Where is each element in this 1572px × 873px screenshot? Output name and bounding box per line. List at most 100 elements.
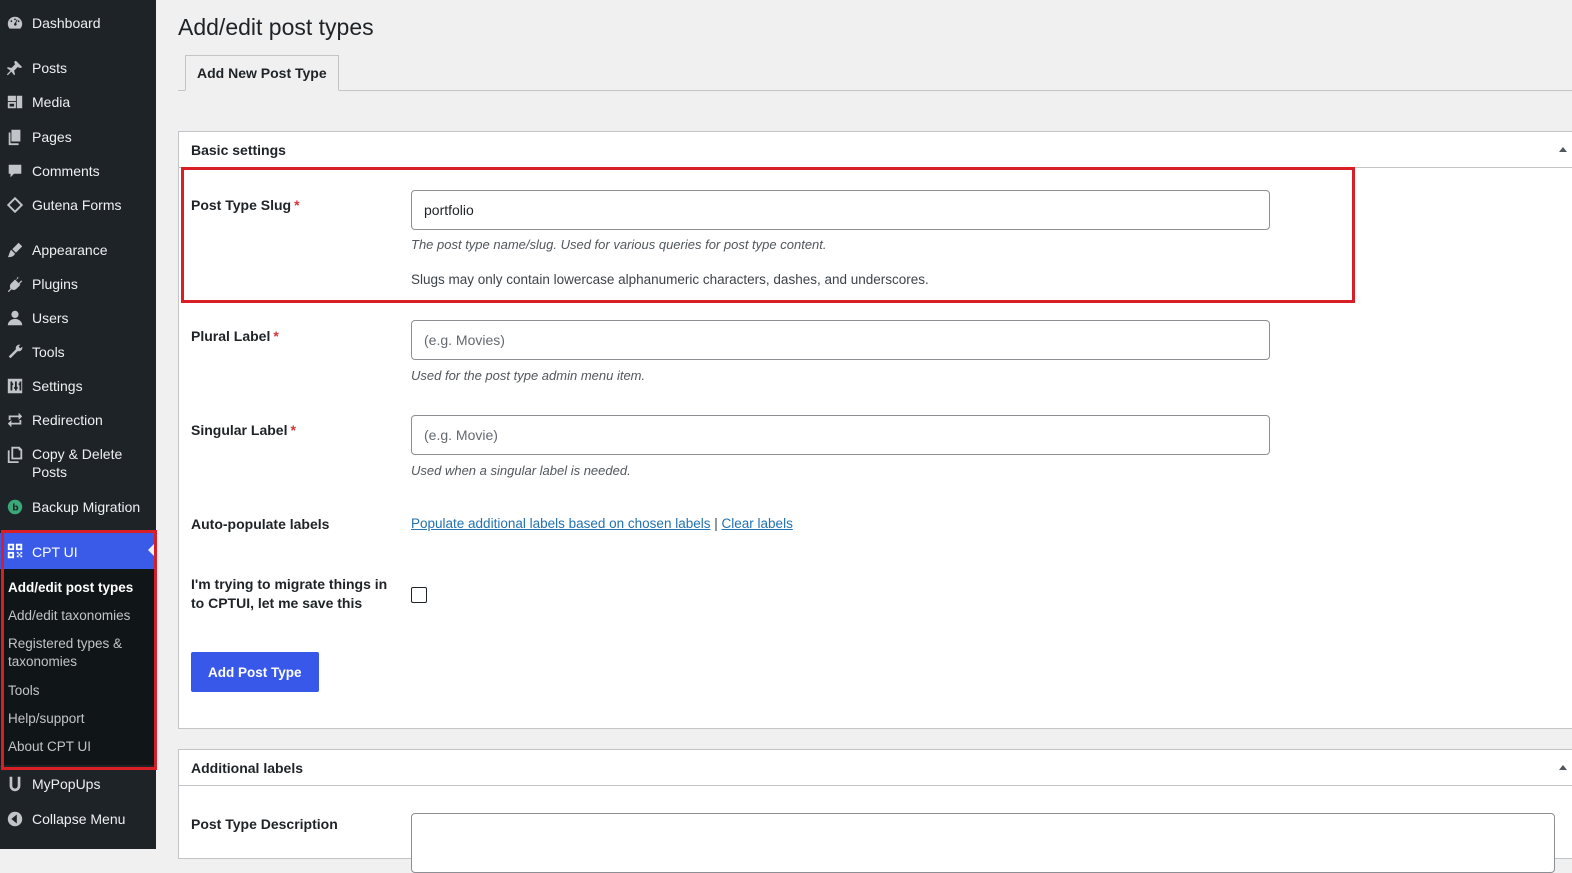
post-type-slug-label-text: Post Type Slug	[191, 197, 292, 213]
migrate-checkbox[interactable]	[411, 587, 427, 603]
menu-label: Users	[32, 310, 69, 326]
menu-label: Dashboard	[32, 15, 101, 31]
menu-label: Pages	[32, 129, 72, 145]
menu-mypopups[interactable]: MyPopUps	[0, 774, 156, 794]
link-separator: |	[714, 516, 718, 531]
comment-icon	[4, 161, 26, 181]
tab-add-new-post-type[interactable]: Add New Post Type	[185, 55, 339, 91]
basic-settings-panel: Basic settings Post Type Slug* The post …	[178, 131, 1572, 729]
menu-gutena-forms[interactable]: Gutena Forms	[0, 195, 156, 215]
backup-icon: b	[4, 497, 26, 517]
basic-settings-title: Basic settings	[191, 141, 286, 158]
toggle-caret-icon[interactable]	[1559, 147, 1567, 152]
populate-labels-link[interactable]: Populate additional labels based on chos…	[411, 516, 710, 531]
brush-icon	[4, 240, 26, 260]
submenu-help-support[interactable]: Help/support	[8, 710, 148, 728]
required-marker: *	[294, 197, 300, 213]
copy-icon	[4, 444, 26, 464]
plural-label-input[interactable]	[411, 320, 1270, 360]
singular-label-text: Singular Label	[191, 422, 288, 438]
menu-dashboard[interactable]: Dashboard	[0, 13, 156, 33]
auto-populate-links: Populate additional labels based on chos…	[411, 516, 793, 531]
plural-label-text: Plural Label	[191, 328, 271, 344]
svg-text:b: b	[12, 504, 19, 514]
additional-labels-title: Additional labels	[191, 759, 304, 776]
additional-labels-panel: Additional labels Post Type Description	[178, 749, 1572, 873]
menu-label: Posts	[32, 60, 68, 76]
media-icon	[4, 92, 26, 112]
menu-label: Redirection	[32, 412, 103, 428]
toggle-caret-icon[interactable]	[1559, 765, 1567, 770]
additional-labels-header[interactable]: Additional labels	[179, 750, 1572, 786]
u-icon	[4, 774, 26, 794]
menu-label: Settings	[32, 378, 83, 394]
required-marker: *	[273, 328, 279, 344]
menu-label: Comments	[32, 163, 100, 179]
submenu-add-edit-post-types[interactable]: Add/edit post types	[8, 579, 148, 597]
menu-label: Media	[32, 94, 71, 110]
menu-label: Collapse Menu	[32, 811, 126, 827]
post-type-slug-label: Post Type Slug *	[191, 196, 300, 215]
menu-label: Plugins	[32, 276, 78, 292]
menu-backup-migration[interactable]: b Backup Migration	[0, 497, 156, 517]
menu-label: Tools	[32, 344, 65, 360]
singular-help-text: Used when a singular label is needed.	[411, 463, 631, 478]
menu-plugins[interactable]: Plugins	[0, 274, 156, 294]
clear-labels-link[interactable]: Clear labels	[722, 516, 793, 531]
wrench-icon	[4, 342, 26, 362]
slug-rules-note: Slugs may only contain lowercase alphanu…	[411, 272, 929, 287]
menu-media[interactable]: Media	[0, 92, 156, 112]
migrate-label-line2: to CPTUI, let me save this	[191, 595, 363, 611]
diamond-icon	[4, 195, 26, 215]
submenu-tools[interactable]: Tools	[8, 682, 148, 700]
plug-icon	[4, 274, 26, 294]
menu-settings[interactable]: Settings	[0, 376, 156, 396]
user-icon	[4, 308, 26, 328]
collapse-icon	[4, 809, 26, 829]
submenu-add-edit-taxonomies[interactable]: Add/edit taxonomies	[8, 607, 148, 625]
menu-appearance[interactable]: Appearance	[0, 240, 156, 260]
menu-users[interactable]: Users	[0, 308, 156, 328]
pages-icon	[4, 127, 26, 147]
admin-sidebar: Dashboard Posts Media Pages Comments Gut…	[0, 0, 156, 849]
menu-posts[interactable]: Posts	[0, 58, 156, 78]
menu-comments[interactable]: Comments	[0, 161, 156, 181]
menu-label: Backup Migration	[32, 499, 141, 515]
plural-help-text: Used for the post type admin menu item.	[411, 368, 646, 383]
post-type-description-label: Post Type Description	[191, 816, 338, 832]
page-title: Add/edit post types	[178, 14, 374, 40]
required-marker: *	[290, 422, 296, 438]
grid-icon	[4, 541, 26, 561]
post-type-description-textarea[interactable]	[411, 813, 1555, 873]
tab-bar-divider	[178, 90, 1572, 91]
menu-label: MyPopUps	[32, 776, 101, 792]
current-menu-arrow	[148, 542, 156, 558]
slug-help-text: The post type name/slug. Used for variou…	[411, 237, 827, 252]
submenu-registered-types[interactable]: Registered types & taxonomies	[8, 635, 133, 671]
migrate-label: I'm trying to migrate things in to CPTUI…	[191, 575, 387, 613]
singular-label-input[interactable]	[411, 415, 1270, 455]
redirect-icon	[4, 410, 26, 430]
post-type-slug-input[interactable]	[411, 190, 1270, 230]
pin-icon	[4, 58, 26, 78]
dashboard-icon	[4, 13, 26, 33]
cpt-ui-submenu: Add/edit post types Add/edit taxonomies …	[0, 569, 156, 765]
menu-redirection[interactable]: Redirection	[0, 410, 156, 430]
sliders-icon	[4, 376, 26, 396]
basic-settings-header[interactable]: Basic settings	[179, 132, 1572, 168]
menu-collapse[interactable]: Collapse Menu	[0, 809, 156, 829]
auto-populate-label: Auto-populate labels	[191, 516, 330, 532]
plural-label-label: Plural Label *	[191, 327, 279, 346]
migrate-label-line1: I'm trying to migrate things in	[191, 576, 388, 592]
submenu-about-cpt-ui[interactable]: About CPT UI	[8, 738, 148, 756]
menu-label: Gutena Forms	[32, 197, 122, 213]
menu-copy-delete-posts[interactable]: Copy & Delete Posts	[0, 444, 156, 481]
menu-tools[interactable]: Tools	[0, 342, 156, 362]
menu-label: Copy & Delete Posts	[32, 446, 123, 480]
menu-pages[interactable]: Pages	[0, 127, 156, 147]
add-post-type-button[interactable]: Add Post Type	[191, 652, 319, 692]
menu-cpt-ui[interactable]: CPT UI	[0, 533, 156, 569]
menu-label: Appearance	[32, 242, 108, 258]
menu-label: CPT UI	[32, 543, 78, 560]
singular-label-label: Singular Label *	[191, 421, 296, 440]
